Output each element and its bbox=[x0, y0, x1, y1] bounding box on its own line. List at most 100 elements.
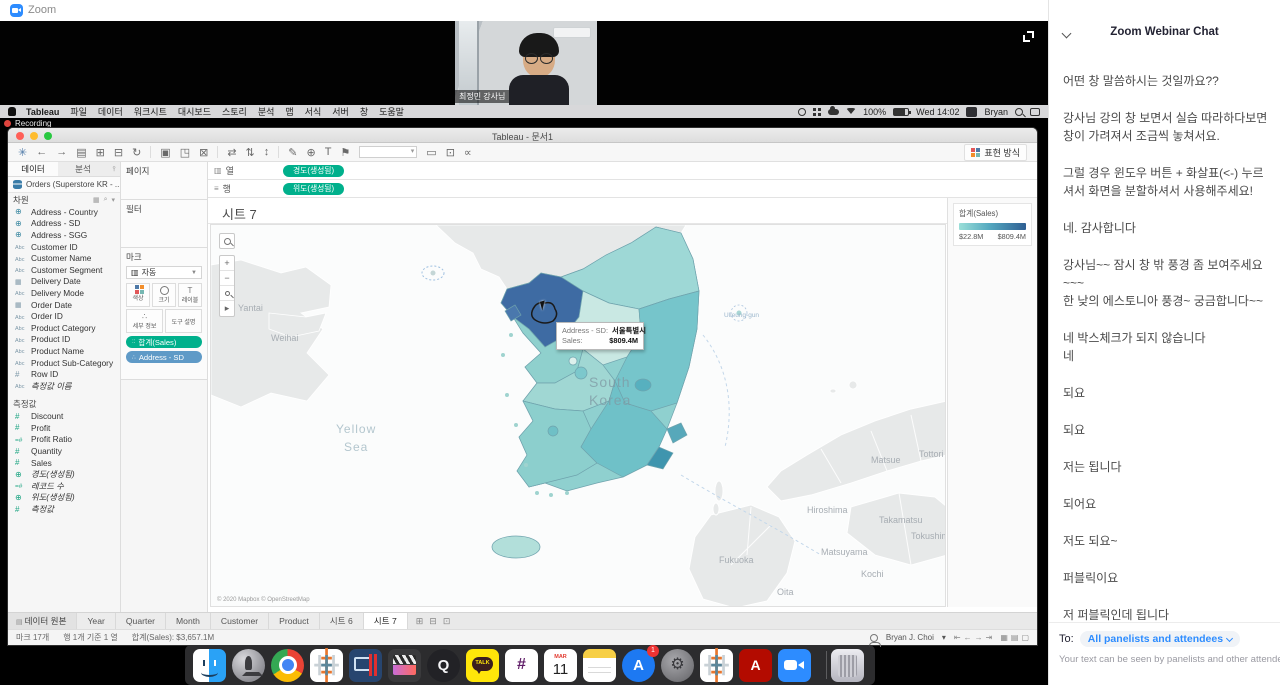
menubar-item[interactable]: 맵 bbox=[285, 105, 293, 118]
dock-app-icon[interactable]: A bbox=[739, 649, 772, 682]
zoom-out-button[interactable]: − bbox=[220, 271, 234, 286]
chat-message[interactable]: 되요 bbox=[1063, 384, 1269, 402]
measure-field[interactable]: 위도(생성됨) bbox=[8, 492, 120, 504]
tableau-logo-icon[interactable]: ✳ bbox=[18, 146, 27, 159]
tab-data[interactable]: 데이터 bbox=[8, 162, 58, 176]
dock-app-icon[interactable]: ╋ bbox=[700, 649, 733, 682]
measure-field[interactable]: Profit bbox=[8, 422, 120, 434]
dimension-field[interactable]: Delivery Mode bbox=[8, 287, 120, 299]
color-legend[interactable]: 합계(Sales) $22.8M $809.4M bbox=[953, 203, 1032, 246]
marks-button[interactable]: 색상 bbox=[126, 283, 150, 307]
show-list-icon[interactable]: ▢ bbox=[1021, 633, 1029, 642]
show-filmstrip-icon[interactable]: ▤ bbox=[1011, 633, 1019, 642]
dock-app-icon[interactable] bbox=[271, 649, 304, 682]
filters-shelf[interactable]: 필터 bbox=[121, 200, 207, 248]
dock-app-icon[interactable]: A 1 bbox=[622, 649, 655, 682]
location-icon[interactable] bbox=[798, 108, 806, 116]
sort-descending-icon[interactable]: ↕ bbox=[264, 146, 270, 158]
run-update-icon[interactable]: ↻ bbox=[132, 146, 141, 159]
menubar-item[interactable]: 창 bbox=[360, 105, 368, 118]
chat-message[interactable]: 퍼블릭이요 bbox=[1063, 569, 1269, 587]
dock-app-icon[interactable]: Q bbox=[427, 649, 460, 682]
sheet-title[interactable]: 시트 7 bbox=[222, 204, 257, 223]
marks-pill[interactable]: :: 합계(Sales) bbox=[126, 336, 202, 348]
pane-menu-icon[interactable]: ▾ bbox=[111, 196, 115, 204]
measure-field[interactable]: 측정값 bbox=[8, 503, 120, 515]
dock-app-icon[interactable]: ⚙ bbox=[661, 649, 694, 682]
fit-width-icon[interactable]: ▭ bbox=[426, 146, 436, 159]
chat-message[interactable]: 되요 bbox=[1063, 421, 1269, 439]
show-labels-icon[interactable]: T bbox=[325, 146, 332, 158]
rows-pill[interactable]: 위도(생성됨) bbox=[283, 183, 344, 195]
chat-message[interactable]: 되어요 bbox=[1063, 495, 1269, 513]
dock-app-icon[interactable]: TALK bbox=[466, 649, 499, 682]
map-pin-button[interactable] bbox=[220, 286, 234, 301]
undo-icon[interactable]: ← bbox=[36, 146, 47, 158]
pause-updates-icon[interactable]: ⊟ bbox=[114, 146, 123, 159]
recipient-selector[interactable]: All panelists and attendees bbox=[1080, 631, 1240, 647]
menubar-item[interactable]: 데이터 bbox=[98, 105, 123, 118]
dimension-field[interactable]: Customer Name bbox=[8, 252, 120, 264]
fit-dropdown[interactable]: ▾ bbox=[359, 146, 417, 158]
map-search-button[interactable] bbox=[219, 233, 235, 249]
dock-app-icon[interactable] bbox=[388, 649, 421, 682]
new-story-tab-icon[interactable]: ⊡ bbox=[443, 616, 451, 627]
tab-analytics[interactable]: 분석 bbox=[58, 162, 108, 176]
new-dashboard-tab-icon[interactable]: ⊟ bbox=[429, 616, 437, 627]
clear-sheet-icon[interactable]: ⊠ bbox=[199, 146, 208, 159]
dimension-field[interactable]: 측정값 이름 bbox=[8, 380, 120, 392]
share-icon[interactable]: ∝ bbox=[464, 146, 472, 159]
fullscreen-icon[interactable] bbox=[1023, 31, 1034, 42]
new-worksheet-tab-icon[interactable]: ⊞ bbox=[416, 616, 424, 627]
menubar-item[interactable]: 분석 bbox=[258, 105, 275, 118]
group-members-icon[interactable]: ⊕ bbox=[306, 146, 315, 159]
measure-field[interactable]: 경도(생성됨) bbox=[8, 468, 120, 480]
save-icon[interactable]: ▤ bbox=[76, 146, 86, 159]
first-sheet-icon[interactable]: ⇤ bbox=[954, 633, 961, 642]
marks-button[interactable]: 도구 설명 bbox=[165, 309, 202, 333]
chat-message[interactable]: 저도 되요~ bbox=[1063, 532, 1269, 550]
dimension-field[interactable]: Address - SD bbox=[8, 218, 120, 230]
marks-pill[interactable]: ∴ Address - SD bbox=[126, 351, 202, 363]
sheet-tab[interactable]: 시트 6 bbox=[320, 613, 364, 629]
new-data-source-icon[interactable]: ⊞ bbox=[96, 146, 105, 159]
dimension-field[interactable]: Address - SGG bbox=[8, 229, 120, 241]
mark-type-dropdown[interactable]: ▥ 자동 ▼ bbox=[126, 266, 202, 279]
chat-message[interactable]: 네. 감사합니다 bbox=[1063, 219, 1269, 237]
dimension-field[interactable]: Order Date bbox=[8, 299, 120, 311]
dropbox-icon[interactable] bbox=[813, 108, 821, 116]
show-me-button[interactable]: 표현 방식 bbox=[964, 144, 1027, 161]
menubar-item[interactable]: 서식 bbox=[305, 105, 322, 118]
new-worksheet-icon[interactable]: ▣ bbox=[160, 146, 170, 159]
marks-button[interactable]: 레이블 bbox=[178, 283, 202, 307]
dimension-field[interactable]: Order ID bbox=[8, 310, 120, 322]
control-center-icon[interactable] bbox=[1030, 108, 1040, 116]
dock-app-icon[interactable] bbox=[193, 649, 226, 682]
menubar-item[interactable]: 대시보드 bbox=[178, 105, 211, 118]
dimension-field[interactable]: Address - Country bbox=[8, 206, 120, 218]
measure-field[interactable]: Quantity bbox=[8, 445, 120, 457]
user-menu-chevron-icon[interactable]: ▾ bbox=[942, 633, 946, 642]
dimension-field[interactable]: Row ID bbox=[8, 368, 120, 380]
menubar-item[interactable]: 도움말 bbox=[379, 105, 404, 118]
fix-axes-icon[interactable]: ⚑ bbox=[340, 146, 350, 159]
duplicate-sheet-icon[interactable]: ◳ bbox=[180, 146, 190, 159]
measure-field[interactable]: Discount bbox=[8, 411, 120, 423]
speaker-video[interactable]: 최정민 강사님 bbox=[455, 21, 597, 105]
wifi-icon[interactable] bbox=[846, 108, 856, 115]
rows-shelf[interactable]: ≡ 행 위도(생성됨) bbox=[208, 180, 1037, 198]
columns-shelf[interactable]: ▥ 열 경도(생성됨) bbox=[208, 162, 1037, 180]
pages-shelf[interactable]: 페이지 bbox=[121, 162, 207, 200]
dimension-field[interactable]: Delivery Date bbox=[8, 276, 120, 288]
sheet-tab[interactable]: 데이터 원본 bbox=[8, 613, 77, 629]
sheet-tab[interactable]: 시트 7 bbox=[364, 613, 408, 629]
dimension-field[interactable]: Product ID bbox=[8, 334, 120, 346]
signed-in-user[interactable]: Bryan J. Choi bbox=[886, 633, 934, 642]
dock-app-icon[interactable] bbox=[831, 649, 864, 682]
marks-button[interactable]: 세부 정보 bbox=[126, 309, 163, 333]
menubar-clock[interactable]: Wed 14:02 bbox=[916, 107, 959, 117]
presentation-mode-icon[interactable]: ⊡ bbox=[446, 146, 455, 159]
zoom-in-button[interactable]: + bbox=[220, 256, 234, 271]
highlight-icon[interactable]: ✎ bbox=[288, 146, 297, 159]
apple-menu-icon[interactable] bbox=[8, 107, 16, 116]
